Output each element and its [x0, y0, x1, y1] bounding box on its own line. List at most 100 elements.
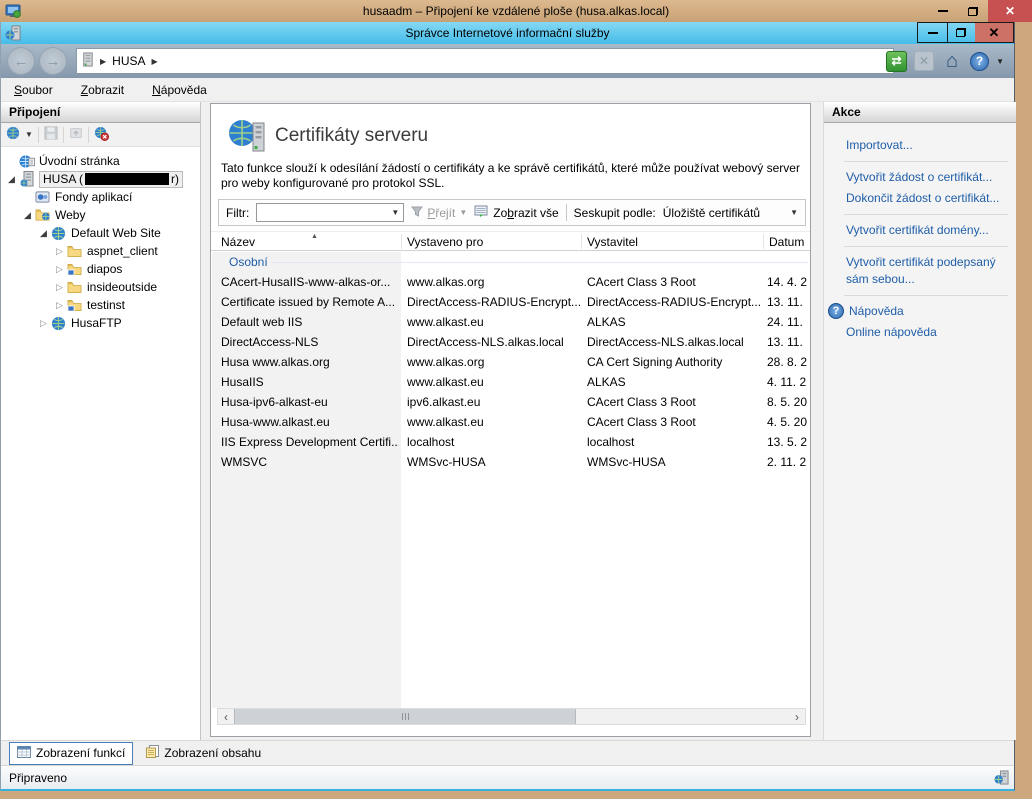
- column-header-date[interactable]: Datum: [769, 232, 804, 251]
- column-header-name[interactable]: Název: [221, 232, 255, 251]
- expand-collapse-icon[interactable]: ◢: [5, 174, 18, 185]
- scrollbar-thumb[interactable]: [234, 709, 576, 724]
- cell-issued-by: CAcert Class 3 Root: [587, 412, 761, 432]
- cell-date: 2. 11. 2: [767, 452, 811, 472]
- expand-collapse-icon[interactable]: ◢: [21, 210, 34, 221]
- cell-issued-to: www.alkast.eu: [407, 312, 583, 332]
- expand-collapse-icon[interactable]: ▷: [53, 246, 66, 257]
- tree-item-fondy-aplikaci[interactable]: Fondy aplikací: [1, 188, 200, 206]
- table-row[interactable]: Husa-www.alkast.eu www.alkast.eu CAcert …: [211, 412, 811, 432]
- virtual-app-folder-icon: [66, 299, 83, 312]
- help-icon: ?: [828, 303, 844, 319]
- scroll-left-icon[interactable]: ‹: [218, 709, 234, 724]
- cell-issued-by: WMSvc-HUSA: [587, 452, 761, 472]
- go-button[interactable]: Přejít ▼: [411, 206, 467, 220]
- action-online-help[interactable]: Online nápověda: [824, 322, 1016, 343]
- tree-item-weby[interactable]: ◢ Weby: [1, 206, 200, 224]
- tree-item-testinst[interactable]: ▷ testinst: [1, 296, 200, 314]
- breadcrumb[interactable]: ▶ HUSA ▶: [76, 48, 894, 74]
- help-icon[interactable]: ?: [970, 52, 989, 71]
- tree-item-aspnet-client[interactable]: ▷ aspnet_client: [1, 242, 200, 260]
- create-connection-icon[interactable]: [6, 126, 20, 143]
- tree-item-husaftp[interactable]: ▷ HusaFTP: [1, 314, 200, 332]
- cell-issued-by: CAcert Class 3 Root: [587, 272, 761, 292]
- column-header-issued-to[interactable]: Vystaveno pro: [407, 232, 483, 251]
- breadcrumb-arrow-icon[interactable]: ▶: [100, 57, 106, 66]
- cell-issued-by: DirectAccess-RADIUS-Encrypt...: [587, 292, 761, 312]
- cell-date: 24. 11.: [767, 312, 811, 332]
- tree-item-insideoutside[interactable]: ▷ insideoutside: [1, 278, 200, 296]
- action-create-domain-certificate[interactable]: Vytvořit certifikát domény...: [824, 220, 1016, 241]
- iis-window-title: Správce Internetové informační služby: [1, 22, 1014, 44]
- expand-collapse-icon[interactable]: ▷: [53, 264, 66, 275]
- scroll-right-icon[interactable]: ›: [789, 709, 805, 724]
- cell-name: Default web IIS: [221, 312, 399, 332]
- expand-collapse-icon[interactable]: ◢: [37, 228, 50, 239]
- filter-input[interactable]: ▼: [256, 203, 404, 222]
- tree-item-default-web-site[interactable]: ◢ Default Web Site: [1, 224, 200, 242]
- group-by-label: Seskupit podle:: [574, 206, 656, 220]
- up-icon[interactable]: [69, 126, 83, 143]
- forward-button[interactable]: →: [39, 47, 67, 75]
- help-dropdown-icon[interactable]: ▼: [996, 57, 1004, 66]
- iis-close-button[interactable]: ✕: [975, 22, 1014, 43]
- create-connection-dropdown-icon[interactable]: ▼: [25, 130, 33, 139]
- expand-collapse-icon[interactable]: ▷: [53, 282, 66, 293]
- cell-date: 4. 11. 2: [767, 372, 811, 392]
- tree-item-label: diapos: [87, 262, 122, 276]
- iis-minimize-button[interactable]: [917, 22, 948, 43]
- action-help[interactable]: Nápověda: [849, 301, 912, 322]
- table-row[interactable]: HusaIIS www.alkast.eu ALKAS 4. 11. 2: [211, 372, 811, 392]
- action-complete-certificate-request[interactable]: Dokončit žádost o certifikát...: [824, 188, 1016, 209]
- horizontal-scrollbar[interactable]: ‹ ›: [217, 708, 806, 725]
- group-by-dropdown[interactable]: Úložiště certifikátů ▼: [663, 206, 798, 220]
- menu-zobrazit[interactable]: Zobrazit: [81, 83, 124, 97]
- cell-name: Husa-ipv6-alkast-eu: [221, 392, 399, 412]
- rdp-close-button[interactable]: ✕: [988, 0, 1032, 22]
- sites-folder-icon: [34, 208, 51, 222]
- table-header: Název ▲ Vystaveno pro Vystavitel Datum: [211, 231, 811, 251]
- back-button[interactable]: ←: [7, 47, 35, 75]
- delete-connection-icon[interactable]: [94, 126, 109, 144]
- tree-item-diapos[interactable]: ▷ diapos: [1, 260, 200, 278]
- view-tabs: Zobrazení funkcí Zobrazení obsahu: [1, 740, 1014, 765]
- tree-item-uvodni-stranka[interactable]: Úvodní stránka: [1, 152, 200, 170]
- tab-features-view[interactable]: Zobrazení funkcí: [9, 742, 133, 765]
- save-connections-icon[interactable]: [44, 126, 58, 143]
- stop-icon[interactable]: ✕: [914, 51, 934, 71]
- cell-issued-by: DirectAccess-NLS.alkas.local: [587, 332, 761, 352]
- breadcrumb-arrow-icon[interactable]: ▶: [152, 57, 158, 66]
- filter-label: Filtr:: [226, 206, 249, 220]
- action-import[interactable]: Importovat...: [824, 135, 1016, 156]
- cell-date: 13. 5. 2: [767, 432, 811, 452]
- table-row[interactable]: Certificate issued by Remote A... Direct…: [211, 292, 811, 312]
- table-row[interactable]: Default web IIS www.alkast.eu ALKAS 24. …: [211, 312, 811, 332]
- action-create-certificate-request[interactable]: Vytvořit žádost o certifikát...: [824, 167, 1016, 188]
- group-row-osobni: Osobní: [211, 252, 811, 272]
- folder-icon: [66, 245, 83, 258]
- expand-collapse-icon[interactable]: ▷: [53, 300, 66, 311]
- show-all-button[interactable]: Zobrazit vše: [474, 205, 558, 221]
- expand-collapse-icon[interactable]: ▷: [37, 318, 50, 329]
- rdp-restore-button[interactable]: [958, 0, 988, 22]
- cell-date: 4. 5. 20: [767, 412, 811, 432]
- table-row[interactable]: IIS Express Development Certifi... local…: [211, 432, 811, 452]
- cell-date: 14. 4. 2: [767, 272, 811, 292]
- home-icon[interactable]: ⌂: [941, 50, 963, 72]
- restart-icon[interactable]: ⇄: [886, 51, 907, 72]
- breadcrumb-item-husa[interactable]: HUSA: [112, 54, 145, 68]
- table-row[interactable]: WMSVC WMSvc-HUSA WMSvc-HUSA 2. 11. 2: [211, 452, 811, 472]
- table-row[interactable]: Husa www.alkas.org www.alkas.org CA Cert…: [211, 352, 811, 372]
- iis-restore-button[interactable]: [947, 22, 976, 43]
- table-row[interactable]: Husa-ipv6-alkast-eu ipv6.alkast.eu CAcer…: [211, 392, 811, 412]
- folder-icon: [66, 281, 83, 294]
- table-row[interactable]: CAcert-HusaIIS-www-alkas-or... www.alkas…: [211, 272, 811, 292]
- action-create-self-signed-certificate[interactable]: Vytvořit certifikát podepsaný sám sebou.…: [824, 252, 1016, 290]
- menu-napoveda[interactable]: Nápověda: [152, 83, 207, 97]
- column-header-issued-by[interactable]: Vystavitel: [587, 232, 638, 251]
- table-row[interactable]: DirectAccess-NLS DirectAccess-NLS.alkas.…: [211, 332, 811, 352]
- tab-content-view[interactable]: Zobrazení obsahu: [139, 742, 268, 764]
- rdp-minimize-button[interactable]: [928, 0, 958, 22]
- menu-soubor[interactable]: Soubor: [14, 83, 53, 97]
- tree-item-husa-server[interactable]: ◢ HUSA ( r): [1, 170, 200, 188]
